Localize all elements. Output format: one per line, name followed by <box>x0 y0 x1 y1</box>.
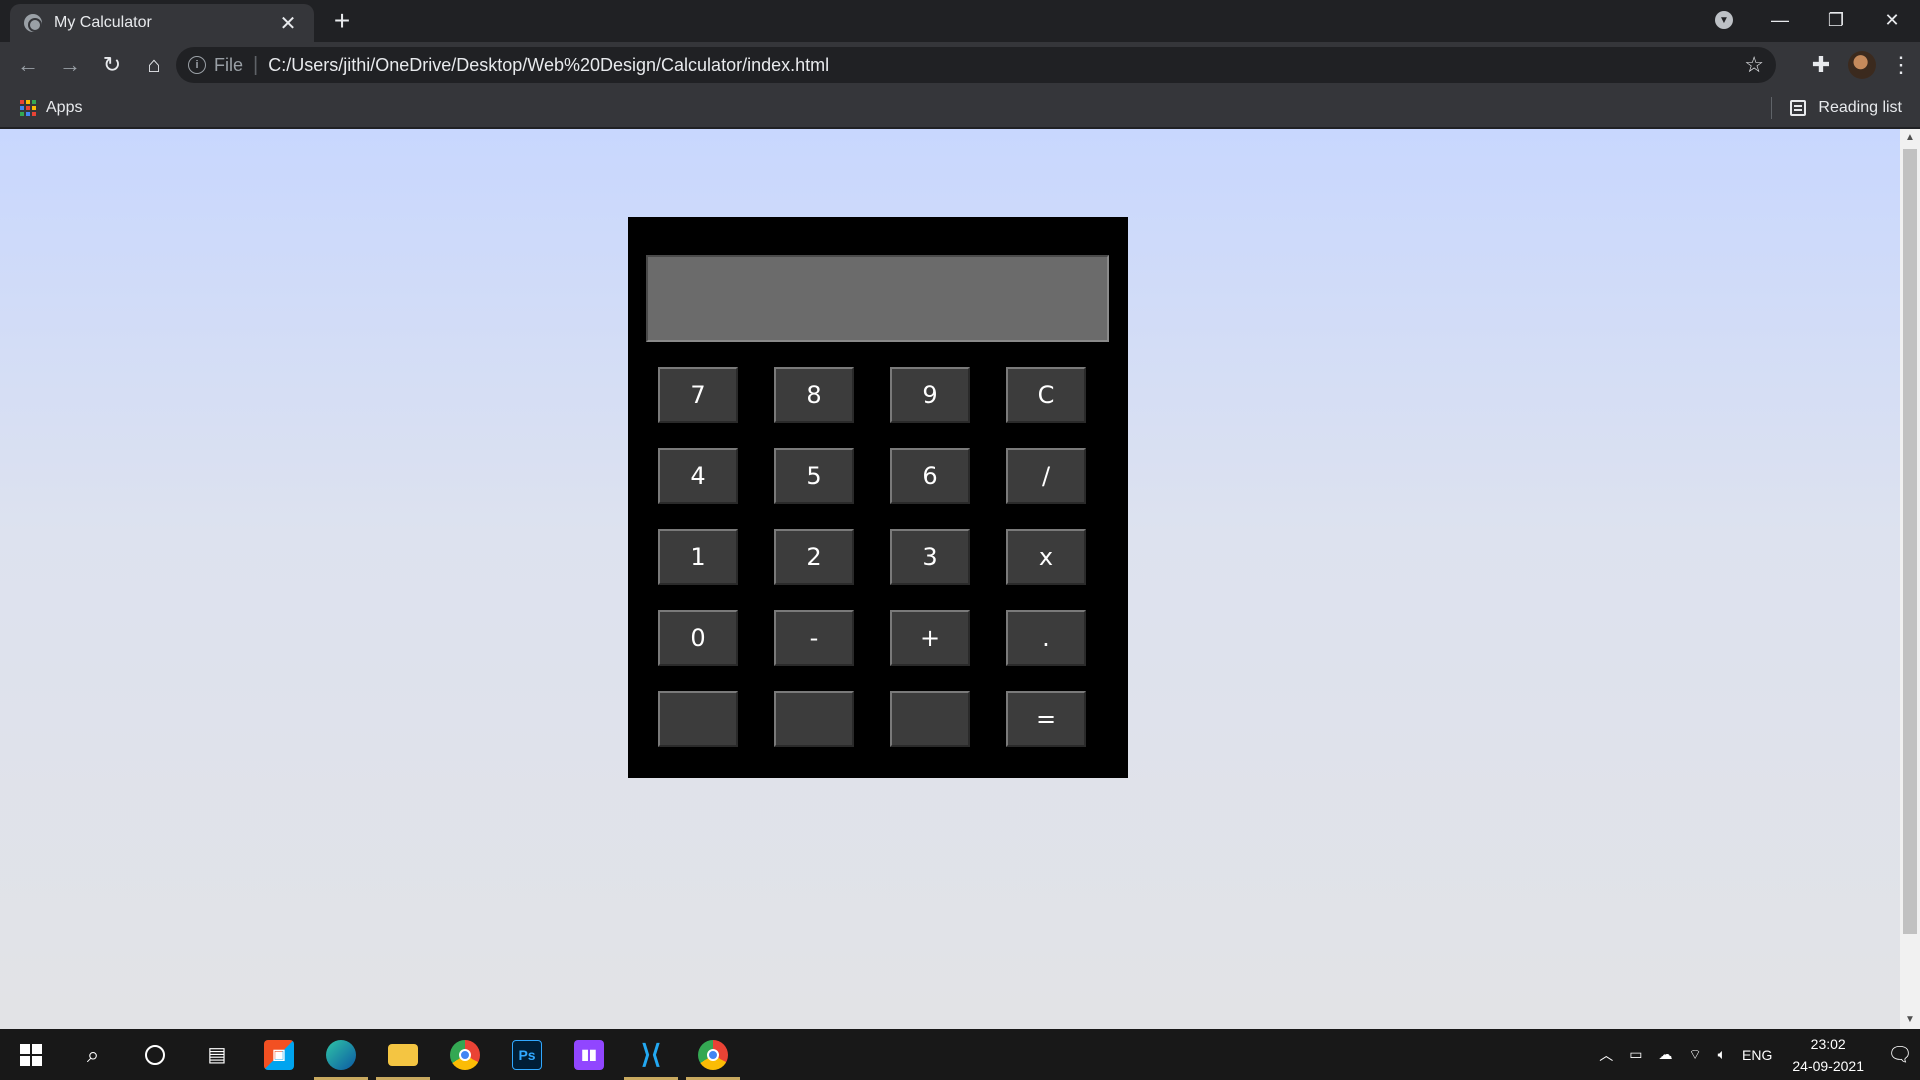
reading-list-icon <box>1790 99 1807 116</box>
wifi-icon[interactable]: ⌔ <box>1688 1046 1701 1064</box>
window-controls: ▼ — ❐ ✕ <box>1696 0 1920 40</box>
chevron-down-icon: ▼ <box>1715 11 1733 29</box>
restore-button[interactable]: ❐ <box>1808 0 1864 40</box>
battery-icon[interactable]: ▭ <box>1629 1046 1642 1063</box>
calc-key-7[interactable]: / <box>1006 448 1086 504</box>
page-viewport: 7 8 9 C 4 5 6 / 1 2 3 x 0- +. = ▲ ▼ <box>0 129 1920 1029</box>
start-button[interactable] <box>0 1029 62 1080</box>
apps-label: Apps <box>46 98 83 116</box>
calc-key-0[interactable]: 7 <box>658 367 738 423</box>
close-tab-icon[interactable]: ✕ <box>276 11 300 36</box>
calc-key-11[interactable]: x <box>1006 529 1086 585</box>
tab-title: My Calculator <box>54 14 152 31</box>
profile-avatar[interactable] <box>1848 51 1876 79</box>
back-arrow-icon[interactable]: ← <box>8 45 48 85</box>
chrome-icon[interactable] <box>434 1029 496 1080</box>
calc-key-12[interactable]: 0 <box>658 610 738 666</box>
globe-icon <box>24 14 42 32</box>
calc-key-10[interactable]: 3 <box>890 529 970 585</box>
close-window-button[interactable]: ✕ <box>1864 0 1920 40</box>
calculator-keypad: 7 8 9 C 4 5 6 / 1 2 3 x 0- +. = <box>658 367 1086 747</box>
calc-key-17[interactable] <box>774 691 854 747</box>
apps-grid-icon <box>20 99 36 116</box>
calc-key-5[interactable]: 5 <box>774 448 854 504</box>
calc-key-2[interactable]: 9 <box>890 367 970 423</box>
photoshop-icon[interactable]: Ps <box>496 1029 558 1080</box>
volume-icon[interactable]: 🔈︎ <box>1718 1046 1726 1063</box>
edge-icon[interactable] <box>310 1029 372 1080</box>
cortana-icon[interactable] <box>124 1029 186 1080</box>
reading-list-label: Reading list <box>1818 98 1902 116</box>
file-explorer-icon[interactable] <box>372 1029 434 1080</box>
calc-key-18[interactable] <box>890 691 970 747</box>
calculator: 7 8 9 C 4 5 6 / 1 2 3 x 0- +. = <box>628 217 1128 778</box>
scroll-up-arrow-icon[interactable]: ▲ <box>1900 129 1920 147</box>
calculator-display[interactable] <box>646 255 1109 342</box>
home-icon[interactable]: ⌂ <box>134 45 174 85</box>
calc-key-19[interactable]: = <box>1006 691 1086 747</box>
bookmarks-bar: Apps Reading list <box>0 88 1920 128</box>
windows-taskbar: ⌕ ▤ ▣ Ps ▮▮ ⟩⟨ ︿ ▭ ☁ ⌔ 🔈︎ ENG 23:02 24-0… <box>0 1029 1920 1080</box>
tab-search-button[interactable]: ▼ <box>1696 0 1752 40</box>
extensions-puzzle-icon[interactable]: ✚ <box>1808 52 1834 78</box>
search-icon[interactable]: ⌕ <box>62 1029 124 1080</box>
info-icon[interactable]: i <box>188 56 206 74</box>
calc-key-16[interactable] <box>658 691 738 747</box>
reload-icon[interactable]: ↻ <box>92 45 132 85</box>
apps-shortcut[interactable]: Apps <box>20 99 82 117</box>
onedrive-cloud-icon[interactable]: ☁ <box>1658 1046 1672 1063</box>
toolbar-actions: ✚ ⋮ <box>1808 42 1912 88</box>
calc-key-1[interactable]: 8 <box>774 367 854 423</box>
browser-tab[interactable]: My Calculator ✕ <box>10 4 314 42</box>
browser-toolbar: ← → ↻ ⌂ i File | C:/Users/jithi/OneDrive… <box>0 42 1920 88</box>
chrome-profile-icon[interactable] <box>682 1029 744 1080</box>
vertical-scrollbar[interactable]: ▲ ▼ <box>1900 129 1920 1029</box>
task-view-icon[interactable]: ▤ <box>186 1029 248 1080</box>
address-bar[interactable]: i File | C:/Users/jithi/OneDrive/Desktop… <box>176 47 1776 83</box>
calc-key-6[interactable]: 6 <box>890 448 970 504</box>
calc-key-4[interactable]: 4 <box>658 448 738 504</box>
calc-key-3[interactable]: C <box>1006 367 1086 423</box>
tab-strip: My Calculator ✕ + ▼ — ❐ ✕ <box>0 0 1920 42</box>
twitch-icon[interactable]: ▮▮ <box>558 1029 620 1080</box>
url-separator: | <box>253 53 259 76</box>
calc-key-13[interactable]: - <box>774 610 854 666</box>
url-text[interactable]: C:/Users/jithi/OneDrive/Desktop/Web%20De… <box>268 55 1744 76</box>
divider <box>1771 96 1773 119</box>
new-tab-button[interactable]: + <box>326 6 358 38</box>
url-scheme: File <box>214 54 244 75</box>
taskbar-clock[interactable]: 23:02 24-09-2021 <box>1792 1033 1864 1077</box>
bookmark-star-icon[interactable]: ☆ <box>1744 52 1764 78</box>
vscode-icon[interactable]: ⟩⟨ <box>620 1029 682 1080</box>
calc-key-8[interactable]: 1 <box>658 529 738 585</box>
forward-arrow-icon[interactable]: → <box>50 45 90 85</box>
windows-logo-icon <box>20 1043 42 1066</box>
scrollbar-thumb[interactable] <box>1903 149 1917 934</box>
reading-list-button[interactable]: Reading list <box>1771 96 1902 119</box>
chevron-up-icon[interactable]: ︿ <box>1599 1045 1613 1065</box>
language-indicator[interactable]: ENG <box>1742 1047 1772 1063</box>
scroll-down-arrow-icon[interactable]: ▼ <box>1900 1011 1920 1029</box>
system-tray: ︿ ▭ ☁ ⌔ 🔈︎ ENG 23:02 24-09-2021 🗨︎ <box>1591 1029 1920 1080</box>
calc-key-9[interactable]: 2 <box>774 529 854 585</box>
calc-key-15[interactable]: . <box>1006 610 1086 666</box>
store-icon[interactable]: ▣ <box>248 1029 310 1080</box>
notification-icon[interactable]: 🗨︎ <box>1880 1042 1920 1067</box>
kebab-menu-icon[interactable]: ⋮ <box>1890 52 1912 78</box>
clock-date: 24-09-2021 <box>1792 1057 1864 1074</box>
calc-key-14[interactable]: + <box>890 610 970 666</box>
clock-time: 23:02 <box>1810 1035 1846 1052</box>
minimize-button[interactable]: — <box>1752 0 1808 40</box>
